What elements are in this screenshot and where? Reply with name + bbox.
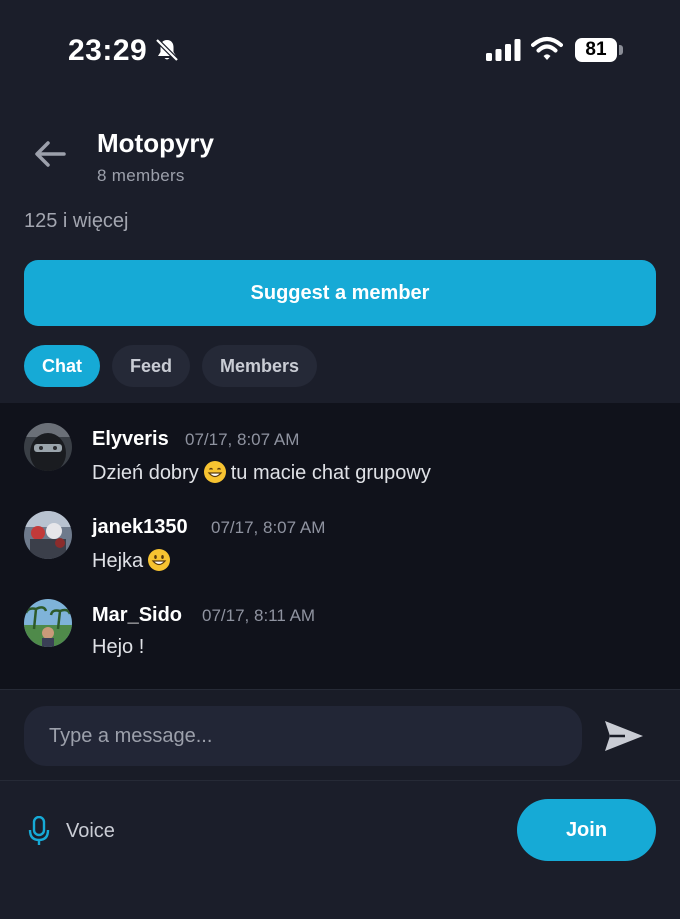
wifi-icon [531,37,563,60]
group-header: Motopyry 8 members 125 i więcej Suggest … [0,100,680,400]
message-author[interactable]: Mar_Sido [92,604,182,627]
member-count[interactable]: 8 members [97,166,185,186]
bell-muted-icon [155,38,179,62]
group-description: 125 i więcej [24,210,129,232]
join-button[interactable]: Join [517,799,656,861]
suggest-member-button[interactable]: Suggest a member [24,260,656,326]
chat-message-list[interactable]: Elyveris 07/17, 8:07 AM Dzień dobry tu ma… [0,403,680,689]
back-arrow-icon[interactable] [30,134,70,174]
grinning-face-with-smiling-eyes-icon [203,461,226,483]
message-input[interactable] [24,706,582,766]
message-timestamp: 07/17, 8:07 AM [185,430,300,449]
message-text-part: Dzień dobry [92,462,199,484]
message-text-part: tu macie chat grupowy [230,462,431,484]
tab-chat[interactable]: Chat [24,345,100,387]
avatar[interactable] [24,423,72,471]
voice-button[interactable]: Voice [28,815,115,847]
message-text: Hejka [92,548,175,573]
grinning-face-icon [148,549,171,571]
group-title: Motopyry [97,128,214,158]
bottom-bar: Voice Join [0,781,680,919]
avatar[interactable] [24,599,72,647]
message-timestamp: 07/17, 8:07 AM [211,518,326,537]
message-timestamp: 07/17, 8:11 AM [202,606,316,625]
cellular-signal-icon [486,39,521,61]
message-text: Hejo ! [92,636,145,658]
chat-message: janek1350 07/17, 8:07 AM Hejka [0,491,680,573]
send-icon[interactable] [603,718,645,754]
message-text: Dzień dobry tu macie chat grupowy [92,460,431,485]
microphone-icon [28,816,50,845]
chat-message: Elyveris 07/17, 8:07 AM Dzień dobry tu ma… [0,403,680,485]
tab-feed[interactable]: Feed [112,345,191,387]
message-author[interactable]: Elyveris [92,428,169,451]
message-author[interactable]: janek1350 [92,516,188,539]
avatar[interactable] [24,511,72,559]
status-time: 23:29 [68,34,148,67]
status-bar: 23:29 81 [0,0,680,100]
message-text-part: Hejka [92,550,144,572]
message-composer [0,690,680,780]
chat-message: Mar_Sido 07/17, 8:11 AM Hejo ! [0,579,680,659]
tab-bar: Chat Feed Members [24,345,318,387]
battery-cap [619,45,623,55]
voice-label: Voice [66,819,115,842]
tab-members[interactable]: Members [202,345,318,387]
battery-indicator: 81 [575,38,617,62]
